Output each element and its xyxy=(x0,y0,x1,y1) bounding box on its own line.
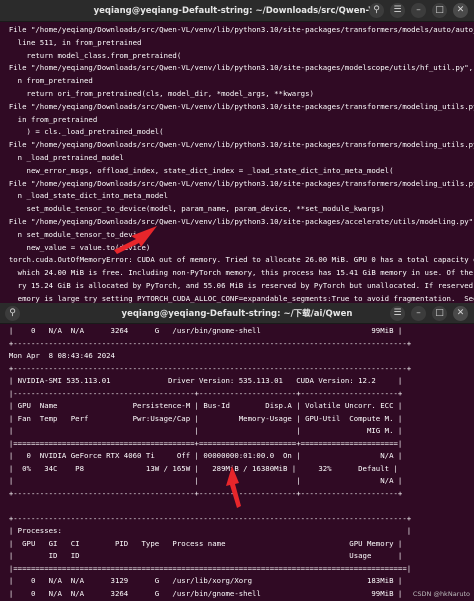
window-title: yeqiang@yeqiang-Default-string: ~/下载/ai/… xyxy=(121,309,353,319)
terminal-line: File "/home/yeqiang/Downloads/src/Qwen-V… xyxy=(0,178,474,188)
terminal-line: | Fan Temp Perf Pwr:Usage/Cap | Memory-U… xyxy=(0,413,403,423)
terminal-line: |---------------------------------------… xyxy=(0,388,403,398)
maximize-icon[interactable]: □ xyxy=(432,306,447,321)
terminal-line: line 511, in from_pretrained xyxy=(0,37,142,47)
close-icon[interactable]: ✕ xyxy=(453,306,468,321)
terminal-line: | NVIDIA-SMI 535.113.01 Driver Version: … xyxy=(0,376,403,385)
terminal-line: new_error_msgs, offload_index, state_dic… xyxy=(0,165,394,175)
terminal-line: in from_pretrained xyxy=(0,114,98,124)
terminal-line: |=======================================… xyxy=(0,563,412,573)
terminal-line: +---------------------------------------… xyxy=(0,488,403,498)
terminal-line: | Processes: | xyxy=(0,526,412,535)
menu-icon[interactable]: ☰ xyxy=(390,306,405,321)
maximize-icon[interactable]: □ xyxy=(432,3,447,18)
terminal-line: File "/home/yeqiang/Downloads/src/Qwen-V… xyxy=(0,63,474,73)
terminal-line: Mon Apr 8 08:43:46 2024 xyxy=(0,351,115,360)
terminal-line: | | | MIG M. | xyxy=(0,426,403,435)
terminal-line: | GPU Name Persistence-M | Bus-Id Disp.A… xyxy=(0,401,403,410)
terminal-line: +---------------------------------------… xyxy=(0,363,412,373)
terminal-line: n _load_pretrained_model xyxy=(0,152,124,162)
terminal-line: which 24.00 MiB is free. Including non-P… xyxy=(17,268,474,278)
terminal-line: return ori_from_pretrained(cls, model_di… xyxy=(0,88,314,98)
terminal-line: | 0 N/A N/A 3129 G /usr/lib/xorg/Xorg 18… xyxy=(0,576,403,585)
watermark: CSDN @hkNaruto xyxy=(412,590,470,598)
terminal-line: torch.cuda.OutOfMemoryError: CUDA out of… xyxy=(0,255,474,265)
terminal-line: n set_module_tensor_to_device xyxy=(0,229,146,239)
menu-icon[interactable]: ☰ xyxy=(390,3,405,18)
terminal-line: | ID ID Usage | xyxy=(0,551,403,560)
terminal-line: +---------------------------------------… xyxy=(0,338,412,348)
terminal-line: |=======================================… xyxy=(0,438,403,448)
terminal-line: | 0% 34C P8 13W / 165W | 289MiB / 16380M… xyxy=(0,463,398,473)
terminal-output[interactable]: File "/home/yeqiang/Downloads/src/Qwen-V… xyxy=(0,22,474,303)
terminal-line: File "/home/yeqiang/Downloads/src/Qwen-V… xyxy=(0,140,474,150)
minimize-icon[interactable]: – xyxy=(411,3,426,18)
terminal-line: | 0 N/A N/A 3264 G /usr/bin/gnome-shell … xyxy=(0,326,403,335)
terminal-line: | GPU GI CI PID Type Process name GPU Me… xyxy=(0,538,403,548)
terminal-line: emory is large try setting PYTORCH_CUDA_… xyxy=(17,293,474,303)
terminal-line: File "/home/yeqiang/Downloads/src/Qwen-V… xyxy=(0,25,474,34)
terminal-line: | | | N/A | xyxy=(0,476,403,485)
terminal-output[interactable]: | 0 N/A N/A 3264 G /usr/bin/gnome-shell … xyxy=(0,324,474,601)
terminal-line: ) = cls._load_pretrained_model( xyxy=(0,127,164,137)
search-icon[interactable]: ⚲ xyxy=(5,306,20,321)
terminal-line: File "/home/yeqiang/Downloads/src/Qwen-V… xyxy=(0,101,474,111)
terminal-line: new_value = value.to(device) xyxy=(0,242,151,252)
terminal-line: File "/home/yeqiang/Downloads/src/Qwen-V… xyxy=(0,216,474,226)
terminal-line: n _load_state_dict_into_meta_model xyxy=(0,191,169,201)
terminal-window-bottom[interactable]: ⚲ yeqiang@yeqiang-Default-string: ~/下载/a… xyxy=(0,303,474,601)
terminal-line: return model_class.from_pretrained( xyxy=(0,50,182,60)
titlebar[interactable]: ⚲ yeqiang@yeqiang-Default-string: ~/下载/a… xyxy=(0,303,474,324)
terminal-line: | 0 NVIDIA GeForce RTX 4060 Ti Off | 000… xyxy=(0,451,403,460)
terminal-line xyxy=(0,500,474,513)
terminal-window-top[interactable]: yeqiang@yeqiang-Default-string: ~/Downlo… xyxy=(0,0,474,303)
titlebar[interactable]: yeqiang@yeqiang-Default-string: ~/Downlo… xyxy=(0,0,474,22)
terminal-line: +---------------------------------------… xyxy=(0,513,412,523)
search-icon[interactable]: ⚲ xyxy=(369,3,384,18)
close-icon[interactable]: ✕ xyxy=(453,3,468,18)
terminal-line: set_module_tensor_to_device(model, param… xyxy=(0,204,385,214)
terminal-line: n from_pretrained xyxy=(0,76,93,86)
minimize-icon[interactable]: – xyxy=(411,306,426,321)
terminal-line: ry 15.24 GiB is allocated by PyTorch, an… xyxy=(17,280,474,290)
window-title: yeqiang@yeqiang-Default-string: ~/Downlo… xyxy=(93,5,381,16)
terminal-line: | 0 N/A N/A 3264 G /usr/bin/gnome-shell … xyxy=(0,588,403,598)
